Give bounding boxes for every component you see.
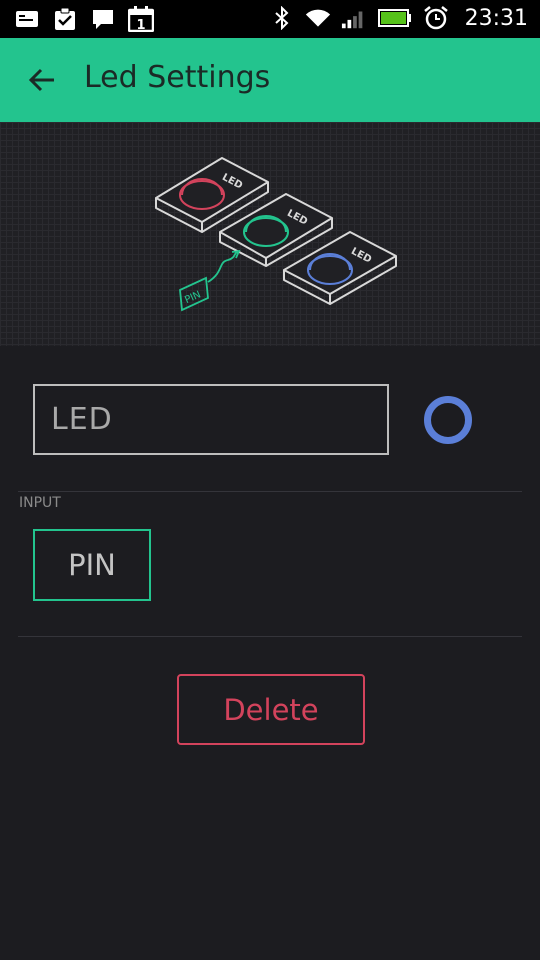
calendar-day: 1 [136, 18, 145, 32]
delete-button[interactable]: Delete [177, 674, 365, 745]
delete-button-label: Delete [223, 692, 319, 727]
widget-illustration: PIN LED LED LED [0, 122, 540, 346]
system-icons: 23:31 [269, 5, 528, 31]
pin-select-button[interactable]: PIN [33, 529, 151, 601]
status-bar: 1 23:31 [0, 0, 540, 38]
arrow-left-icon [28, 68, 54, 92]
wifi-icon [305, 5, 331, 31]
app-bar: Led Settings [0, 38, 540, 122]
bluetooth-icon [269, 5, 295, 31]
page-title: Led Settings [84, 60, 271, 95]
led-module-blue [283, 231, 397, 305]
battery-icon [377, 5, 413, 31]
led-modules-illustration: PIN LED LED LED [155, 157, 397, 312]
widget-name-value: LED [51, 402, 113, 437]
mail-icon [14, 6, 40, 32]
chat-icon [90, 6, 116, 32]
clock-time: 23:31 [464, 5, 528, 31]
input-section-label: INPUT [19, 495, 61, 511]
notification-icons: 1 [14, 6, 154, 32]
widget-name-input[interactable]: LED [33, 384, 389, 455]
back-button[interactable] [24, 62, 60, 98]
calendar-icon: 1 [128, 6, 154, 32]
signal-icon [341, 5, 367, 31]
color-picker-button[interactable] [424, 396, 472, 444]
divider [18, 636, 522, 637]
alarm-icon [423, 5, 449, 31]
pin-button-label: PIN [68, 548, 116, 582]
pin-label: PIN [183, 289, 203, 306]
divider [18, 491, 522, 492]
clipboard-check-icon [52, 6, 78, 32]
